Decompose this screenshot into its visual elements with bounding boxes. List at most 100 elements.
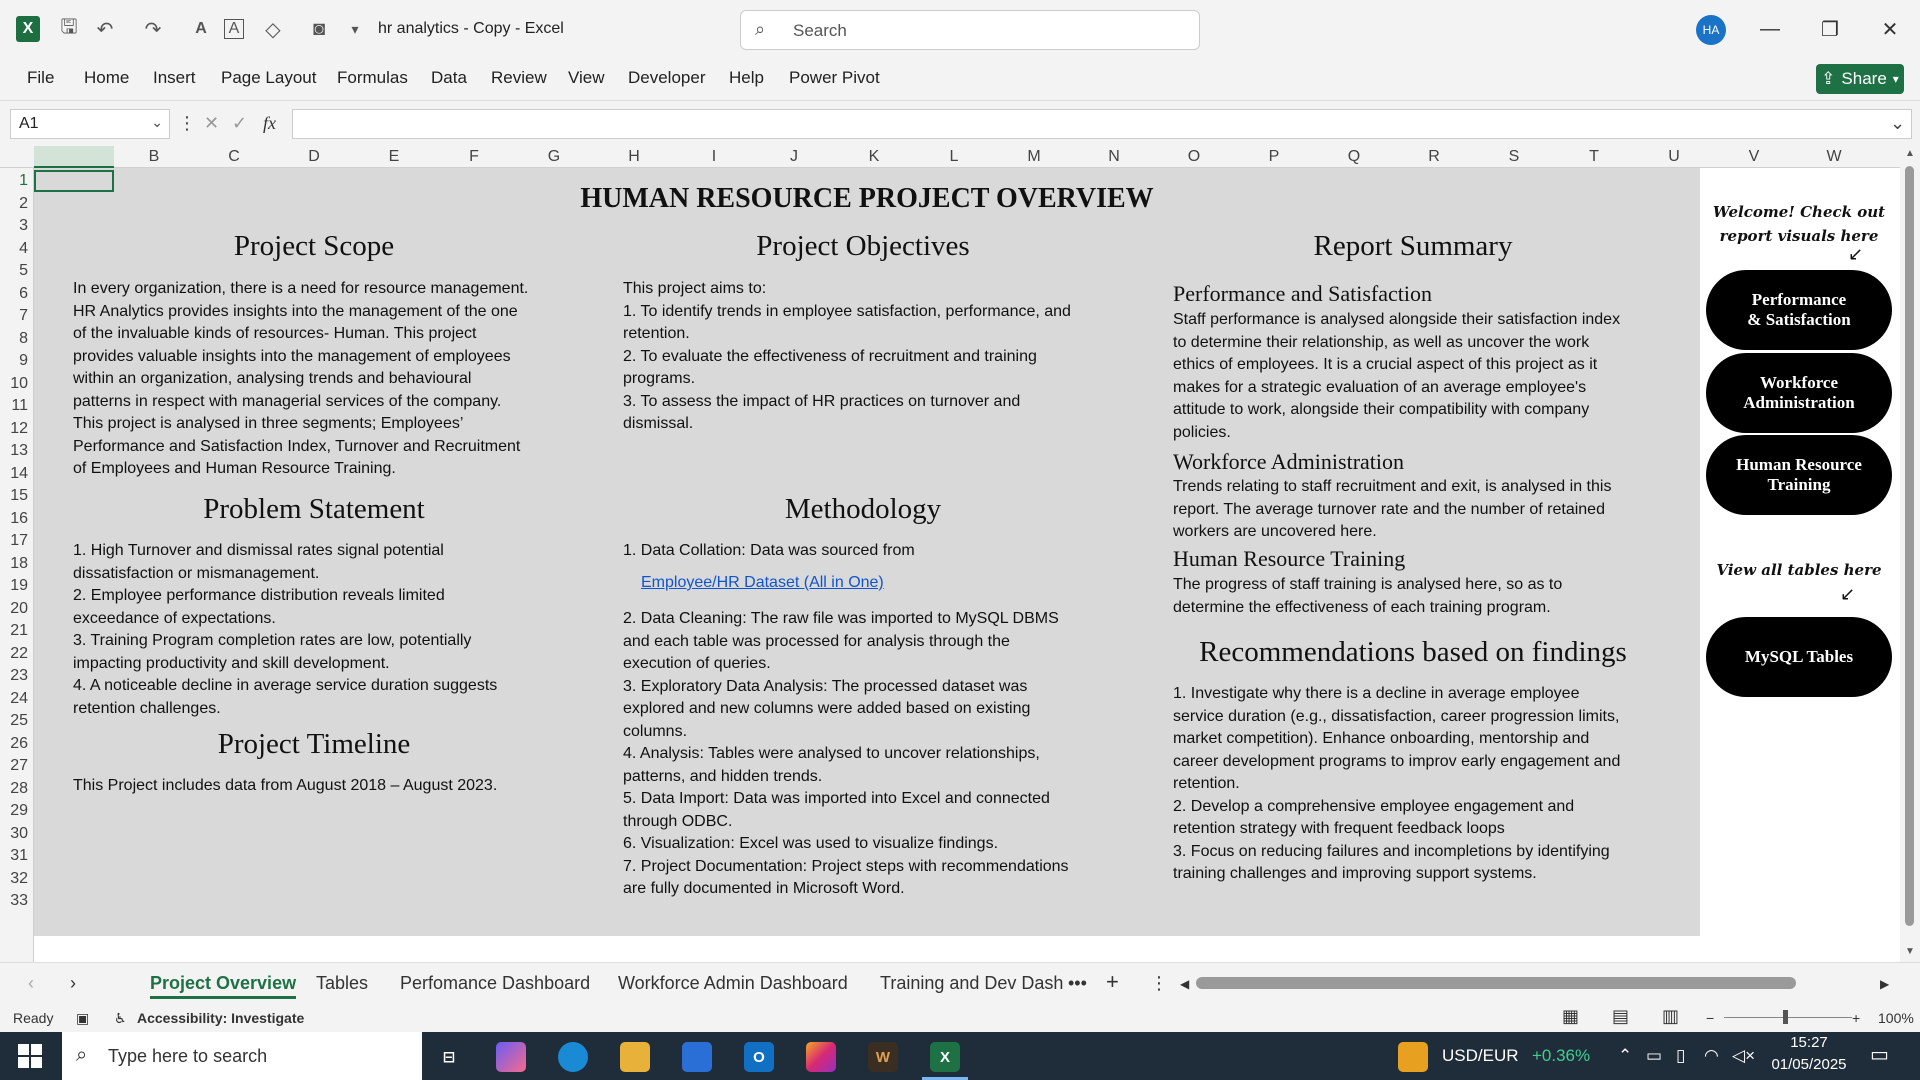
vertical-scrollbar[interactable]: ▲ ▼ (1900, 146, 1920, 962)
row-header-13[interactable]: 13 (0, 442, 28, 460)
column-header-w[interactable]: W (1794, 148, 1874, 166)
dataset-link[interactable]: Employee/HR Dataset (All in One) (641, 574, 884, 592)
tab-workforce-admin-dashboard[interactable]: Workforce Admin Dashboard (618, 973, 848, 994)
edge-icon[interactable] (558, 1042, 588, 1072)
row-header-15[interactable]: 15 (0, 487, 28, 505)
tab-developer[interactable]: Developer (628, 68, 706, 88)
row-header-25[interactable]: 25 (0, 712, 28, 730)
column-header-m[interactable]: M (994, 148, 1074, 166)
row-header-17[interactable]: 17 (0, 532, 28, 550)
row-header-27[interactable]: 27 (0, 757, 28, 775)
zoom-level[interactable]: 100% (1878, 1010, 1914, 1026)
scroll-right-icon[interactable]: ▶ (1880, 977, 1889, 991)
page-layout-view-icon[interactable]: ▤ (1612, 1006, 1629, 1027)
next-sheet-icon[interactable]: › (70, 973, 76, 994)
clock-date[interactable]: 01/05/2025 (1764, 1056, 1854, 1073)
zoom-out-icon[interactable]: − (1706, 1010, 1714, 1026)
hr-training-button[interactable]: Human Resource Training (1706, 435, 1892, 515)
add-sheet-icon[interactable]: + (1106, 969, 1119, 995)
column-header-e[interactable]: E (354, 148, 434, 166)
scroll-left-icon[interactable]: ◀ (1180, 977, 1189, 991)
function-icon[interactable]: fx (263, 113, 276, 134)
normal-view-icon[interactable]: ▦ (1562, 1006, 1579, 1027)
column-header-q[interactable]: Q (1314, 148, 1394, 166)
cancel-icon[interactable]: ✕ (204, 113, 219, 134)
accessibility-status[interactable]: Accessibility: Investigate (137, 1010, 304, 1026)
taskbar-search[interactable]: ⌕ Type here to search (62, 1032, 422, 1080)
enter-icon[interactable]: ✓ (232, 113, 247, 134)
row-header-3[interactable]: 3 (0, 217, 28, 235)
row-header-10[interactable]: 10 (0, 375, 28, 393)
wifi-icon[interactable]: ◠ (1704, 1046, 1719, 1066)
redo-icon[interactable]: ↷ (140, 16, 166, 42)
outlook-icon[interactable]: O (744, 1042, 774, 1072)
tab-project-overview[interactable]: Project Overview (150, 973, 297, 999)
workforce-administration-button[interactable]: Workforce Administration (1706, 353, 1892, 433)
row-header-19[interactable]: 19 (0, 577, 28, 595)
device-icon[interactable]: ▯ (1676, 1046, 1685, 1066)
avatar[interactable]: HA (1696, 15, 1726, 45)
fill-color-icon[interactable]: ◇ (260, 16, 286, 42)
row-header-21[interactable]: 21 (0, 622, 28, 640)
file-explorer-icon[interactable] (620, 1042, 650, 1072)
column-header-f[interactable]: F (434, 148, 514, 166)
app-icon[interactable]: W (868, 1042, 898, 1072)
expand-formula-bar-icon[interactable]: ⌄ (1890, 113, 1905, 134)
row-header-16[interactable]: 16 (0, 510, 28, 528)
restore-icon[interactable]: ❐ (1810, 14, 1850, 44)
row-header-23[interactable]: 23 (0, 667, 28, 685)
scroll-up-icon[interactable]: ▲ (1905, 148, 1915, 159)
column-header-r[interactable]: R (1394, 148, 1474, 166)
tab-data[interactable]: Data (431, 68, 467, 88)
scroll-down-icon[interactable]: ▼ (1905, 946, 1915, 957)
column-header-j[interactable]: J (754, 148, 834, 166)
column-header-g[interactable]: G (514, 148, 594, 166)
column-header-k[interactable]: K (834, 148, 914, 166)
column-header-o[interactable]: O (1154, 148, 1234, 166)
zoom-in-icon[interactable]: + (1852, 1010, 1860, 1026)
currency-pair[interactable]: USD/EUR (1442, 1046, 1519, 1066)
notifications-icon[interactable]: ▭ (1870, 1042, 1889, 1067)
row-header-18[interactable]: 18 (0, 555, 28, 573)
row-header-2[interactable]: 2 (0, 195, 28, 213)
column-header-i[interactable]: I (674, 148, 754, 166)
zoom-slider[interactable] (1724, 1017, 1852, 1018)
minimize-icon[interactable]: — (1750, 14, 1790, 44)
column-header-p[interactable]: P (1234, 148, 1314, 166)
column-header-n[interactable]: N (1074, 148, 1154, 166)
row-header-8[interactable]: 8 (0, 330, 28, 348)
clock-time[interactable]: 15:27 (1774, 1034, 1844, 1051)
page-break-view-icon[interactable]: ▥ (1662, 1006, 1679, 1027)
tab-insert[interactable]: Insert (153, 68, 196, 88)
row-header-20[interactable]: 20 (0, 600, 28, 618)
share-button[interactable]: ⇪ Share ▾ (1816, 64, 1904, 94)
tab-page-layout[interactable]: Page Layout (221, 68, 316, 88)
row-header-24[interactable]: 24 (0, 690, 28, 708)
row-header-31[interactable]: 31 (0, 847, 28, 865)
chevron-down-icon[interactable]: ⌄ (151, 114, 163, 131)
sheet-options-icon[interactable]: ⋮ (1150, 973, 1168, 994)
tab-home[interactable]: Home (84, 68, 129, 88)
volume-icon[interactable]: ◁× (1732, 1046, 1755, 1066)
row-header-5[interactable]: 5 (0, 262, 28, 280)
row-header-22[interactable]: 22 (0, 645, 28, 663)
chevron-up-icon[interactable]: ⌃ (1618, 1046, 1632, 1066)
battery-icon[interactable]: ▭ (1646, 1046, 1662, 1066)
search-box[interactable]: ⌕ Search (740, 10, 1200, 50)
excel-taskbar-icon[interactable]: X (930, 1042, 960, 1072)
column-header-h[interactable]: H (594, 148, 674, 166)
column-header-l[interactable]: L (914, 148, 994, 166)
vertical-scroll-thumb[interactable] (1905, 166, 1914, 926)
row-header-33[interactable]: 33 (0, 892, 28, 910)
font-color-icon[interactable]: A (188, 16, 214, 42)
more-options-icon[interactable]: ⋮ (178, 113, 196, 134)
row-header-32[interactable]: 32 (0, 870, 28, 888)
horizontal-scroll-thumb[interactable] (1196, 977, 1796, 989)
row-header-9[interactable]: 9 (0, 352, 28, 370)
row-header-6[interactable]: 6 (0, 285, 28, 303)
tab-file[interactable]: File (27, 68, 54, 88)
tab-power-pivot[interactable]: Power Pivot (789, 68, 880, 88)
windows-start-icon[interactable] (18, 1044, 42, 1068)
prev-sheet-icon[interactable]: ‹ (28, 973, 34, 994)
row-header-29[interactable]: 29 (0, 802, 28, 820)
